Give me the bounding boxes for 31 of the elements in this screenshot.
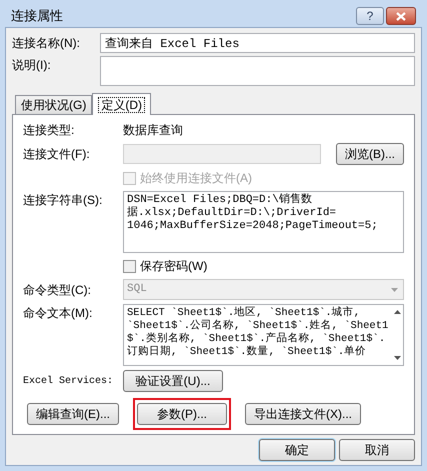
field-label: 命令文本(M):: [23, 305, 94, 322]
description-field[interactable]: [100, 56, 415, 86]
command-text-field[interactable]: SELECT `Sheet1$`.地区, `Sheet1$`.城市, `Sheet1$`.公司名称, `Sheet1$`.姓名, `Sheet1 $`.类别名称, `Sheet1$`.产品名称, `Sheet1$`. 订购日期, `Sheet1$`.数量, `Sheet1$`.单价: [123, 304, 404, 366]
action-button[interactable]: 编辑查询(E)...: [27, 403, 119, 425]
dialog-button[interactable]: 取消: [339, 439, 415, 461]
field-label: 连接字符串(S):: [23, 192, 104, 209]
connection-name-field[interactable]: 查询来自 Excel Files: [100, 33, 415, 53]
action-button[interactable]: 导出连接文件(X)...: [245, 403, 361, 425]
field-label: 命令类型(C):: [23, 282, 92, 298]
scroll-down-icon: [394, 356, 401, 360]
checkbox-label: 始终使用连接文件(A): [140, 170, 252, 187]
authentication-settings-button[interactable]: 验证设置(U)...: [123, 370, 223, 392]
field-label: 连接文件(F):: [23, 146, 91, 163]
field-label: Excel Services:: [23, 374, 114, 388]
connection-string-field[interactable]: DSN=Excel Files;DBQ=D:\销售数 据.xlsx;DefaultDir=D:\;DriverId= 1046;MaxBufferSize=2048;PageTimeout=5;: [123, 191, 404, 253]
field-label: 说明(I):: [12, 57, 52, 74]
dialog-button[interactable]: 确定: [259, 439, 335, 461]
close-icon: [396, 12, 406, 20]
field-label: 连接名称(N):: [12, 35, 81, 52]
tab[interactable]: 定义(D): [92, 93, 151, 115]
action-button[interactable]: 参数(P)...: [137, 403, 227, 425]
field-label: 连接类型:: [23, 122, 76, 139]
close-button[interactable]: [386, 7, 416, 25]
checkbox-label: 保存密码(W): [140, 258, 208, 275]
checkbox[interactable]: [123, 260, 136, 272]
window-title: 连接属性: [11, 7, 64, 26]
scroll-up-icon: [394, 310, 401, 314]
connection-type-value: 数据库查询: [123, 122, 183, 139]
dropdown-arrow-icon: [391, 288, 398, 292]
help-button[interactable]: ?: [356, 7, 384, 25]
tab[interactable]: 使用状况(G): [15, 95, 92, 114]
